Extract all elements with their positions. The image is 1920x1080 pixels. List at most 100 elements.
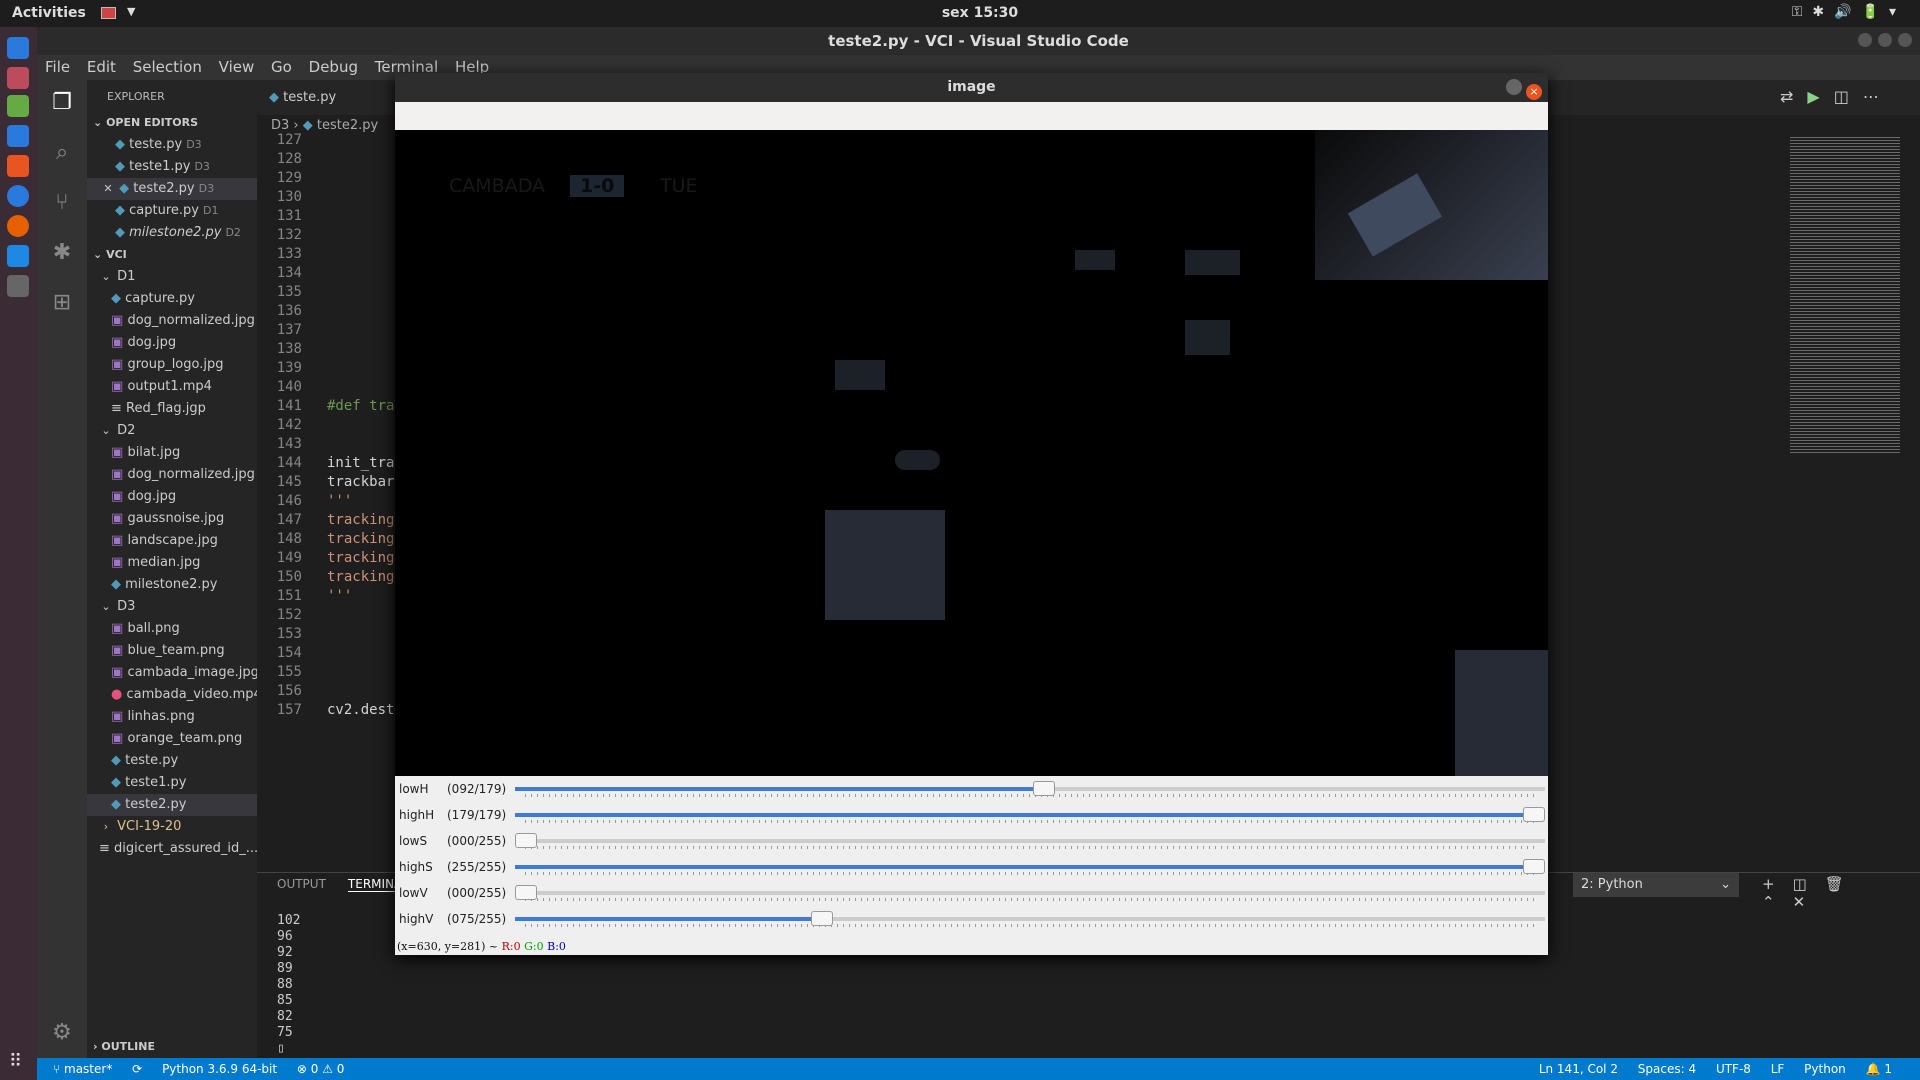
trackbar-handle[interactable] [1523, 807, 1545, 822]
folder-root[interactable]: ⌄ VCI [87, 244, 257, 266]
indentation[interactable]: Spaces: 4 [1638, 1062, 1696, 1076]
file-item[interactable]: ▣ blue_team.png [87, 640, 257, 662]
folder-d3[interactable]: ⌄ D3 [87, 596, 257, 618]
file-item[interactable]: ▣ bilat.jpg [87, 442, 257, 464]
file-item[interactable]: ▣ median.jpg [87, 552, 257, 574]
activities-button[interactable]: Activities [12, 5, 86, 21]
menu-edit[interactable]: Edit [87, 58, 116, 76]
search-icon[interactable]: ⌕ [49, 140, 75, 166]
trackbar-track[interactable] [515, 891, 1545, 895]
trackbar-handle[interactable] [1033, 781, 1056, 796]
trash-icon[interactable]: 🗑 [1825, 875, 1862, 893]
image-canvas[interactable]: CAMBADA 1-0 TUE [395, 130, 1548, 776]
trackbar-handle[interactable] [1523, 859, 1545, 874]
trackbar-handle[interactable] [811, 911, 834, 926]
rhythmbox-icon[interactable] [7, 95, 29, 117]
menu-go[interactable]: Go [271, 58, 292, 76]
system-tray[interactable]: ⚿✱🔊🔋▾ [1792, 4, 1906, 20]
file-item[interactable]: ◆ milestone2.py [87, 574, 257, 596]
folder-d2[interactable]: ⌄ D2 [87, 420, 257, 442]
trackbar-track[interactable] [515, 839, 1545, 843]
terminal-select[interactable]: 2: Python ⌄ [1573, 873, 1739, 897]
more-icon[interactable]: ⋯ [1863, 87, 1893, 106]
chevron-down-icon[interactable]: ▼ [127, 5, 135, 18]
branch-status[interactable]: ⑂ master* [53, 1062, 112, 1076]
trackbar-handle[interactable] [515, 833, 537, 848]
open-editors-header[interactable]: ⌄ OPEN EDITORS [87, 112, 257, 134]
gear-icon[interactable]: ⚙ [49, 1020, 75, 1046]
file-item[interactable]: ◆ capture.py [87, 288, 257, 310]
maximize-button[interactable] [1878, 33, 1892, 47]
problems-status[interactable]: ⊗ 0 ⚠ 0 [297, 1062, 345, 1076]
file-item[interactable]: ▣ output1.mp4 [87, 376, 257, 398]
minimap[interactable] [1790, 135, 1900, 455]
close-button[interactable]: × [1526, 84, 1542, 100]
eol[interactable]: LF [1771, 1062, 1785, 1076]
firefox-icon[interactable] [7, 215, 29, 237]
notifications-icon[interactable]: 🔔 1 [1866, 1062, 1892, 1076]
menu-debug[interactable]: Debug [309, 58, 358, 76]
file-item[interactable]: ▣ dog_normalized.jpg [87, 310, 257, 332]
run-icon[interactable]: ▶ [1807, 87, 1833, 106]
extensions-icon[interactable]: ⊞ [49, 290, 75, 316]
compare-icon[interactable]: ⇄ [1780, 87, 1807, 106]
image-window-icon[interactable] [7, 275, 29, 297]
open-editor-item[interactable]: ◆ milestone2.py D2 [87, 222, 257, 244]
trackbar-lowH[interactable]: lowH (092/179) [395, 776, 1548, 802]
language-mode[interactable]: Python [1804, 1062, 1846, 1076]
folder-vci-19-20[interactable]: › VCI-19-20 [87, 816, 257, 838]
minimize-button[interactable] [1858, 33, 1872, 47]
menu-selection[interactable]: Selection [133, 58, 202, 76]
file-item[interactable]: ▣ dog.jpg [87, 486, 257, 508]
file-item[interactable]: ▣ ball.png [87, 618, 257, 640]
software-icon[interactable] [7, 155, 29, 177]
add-icon[interactable]: + [1762, 875, 1793, 893]
file-item[interactable]: ▣ cambada_image.jpg [87, 662, 257, 684]
outline-header[interactable]: › OUTLINE [87, 1036, 257, 1058]
file-item[interactable]: ▣ landscape.jpg [87, 530, 257, 552]
cursor-position[interactable]: Ln 141, Col 2 [1539, 1062, 1618, 1076]
clock[interactable]: sex 15:30 [920, 5, 1040, 21]
maximize-panel-icon[interactable]: ⌃ [1762, 893, 1793, 911]
trackbar-highS[interactable]: highS (255/255) [395, 854, 1548, 880]
file-item[interactable]: ≡ Red_flag.jgp [87, 398, 257, 420]
file-item[interactable]: ▣ dog_normalized.jpg [87, 464, 257, 486]
file-item[interactable]: ▣ gaussnoise.jpg [87, 508, 257, 530]
split-editor-icon[interactable]: ◫ [1834, 87, 1863, 106]
file-item[interactable]: ▣ linhas.png [87, 706, 257, 728]
split-icon[interactable]: ◫ [1793, 875, 1825, 893]
source-control-icon[interactable]: ⑂ [49, 190, 75, 216]
vscode-icon[interactable] [7, 245, 29, 267]
keyboard-layout-icon[interactable] [101, 7, 116, 19]
trackbar-highV[interactable]: highV (075/255) [395, 906, 1548, 932]
tab-teste[interactable]: ◆ teste.py [257, 80, 336, 115]
menu-file[interactable]: File [45, 58, 70, 76]
menu-view[interactable]: View [219, 58, 255, 76]
file-item[interactable]: ▣ group_logo.jpg [87, 354, 257, 376]
help-icon[interactable] [7, 185, 29, 207]
file-item-active[interactable]: ◆ teste2.py [87, 794, 257, 816]
file-item[interactable]: ◆ teste.py [87, 750, 257, 772]
code-editor[interactable]: 127 128 129 130 131 132 133 134 135 136 137 138 139 1… [257, 132, 397, 872]
file-item[interactable]: ▣ orange_team.png [87, 728, 257, 750]
app-grid-icon[interactable]: ⠿ [9, 1051, 22, 1072]
terminal-output[interactable]: 102 96 92 89 88 85 82 75 ▯ [277, 913, 300, 1057]
debug-icon[interactable]: ✱ [49, 240, 75, 266]
close-button[interactable] [1898, 33, 1912, 47]
file-item[interactable]: ≡ digicert_assured_id_... [87, 838, 257, 860]
open-editor-item[interactable]: ◆ capture.py D1 [87, 200, 257, 222]
close-panel-icon[interactable]: ✕ [1793, 893, 1824, 911]
explorer-icon[interactable]: ❐ [49, 90, 75, 116]
sync-icon[interactable]: ⟳ [132, 1062, 142, 1076]
thunderbird-icon[interactable] [7, 37, 29, 59]
file-item[interactable]: ● cambada_video.mp4 [87, 684, 257, 706]
files-icon[interactable] [7, 67, 29, 89]
minimize-button[interactable] [1506, 79, 1522, 95]
folder-d1[interactable]: ⌄ D1 [87, 266, 257, 288]
file-item[interactable]: ▣ dog.jpg [87, 332, 257, 354]
writer-icon[interactable] [7, 125, 29, 147]
encoding[interactable]: UTF-8 [1716, 1062, 1751, 1076]
trackbar-lowV[interactable]: lowV (000/255) [395, 880, 1548, 906]
trackbar-handle[interactable] [515, 885, 537, 900]
open-editor-item[interactable]: ◆ teste.py D3 [87, 134, 257, 156]
